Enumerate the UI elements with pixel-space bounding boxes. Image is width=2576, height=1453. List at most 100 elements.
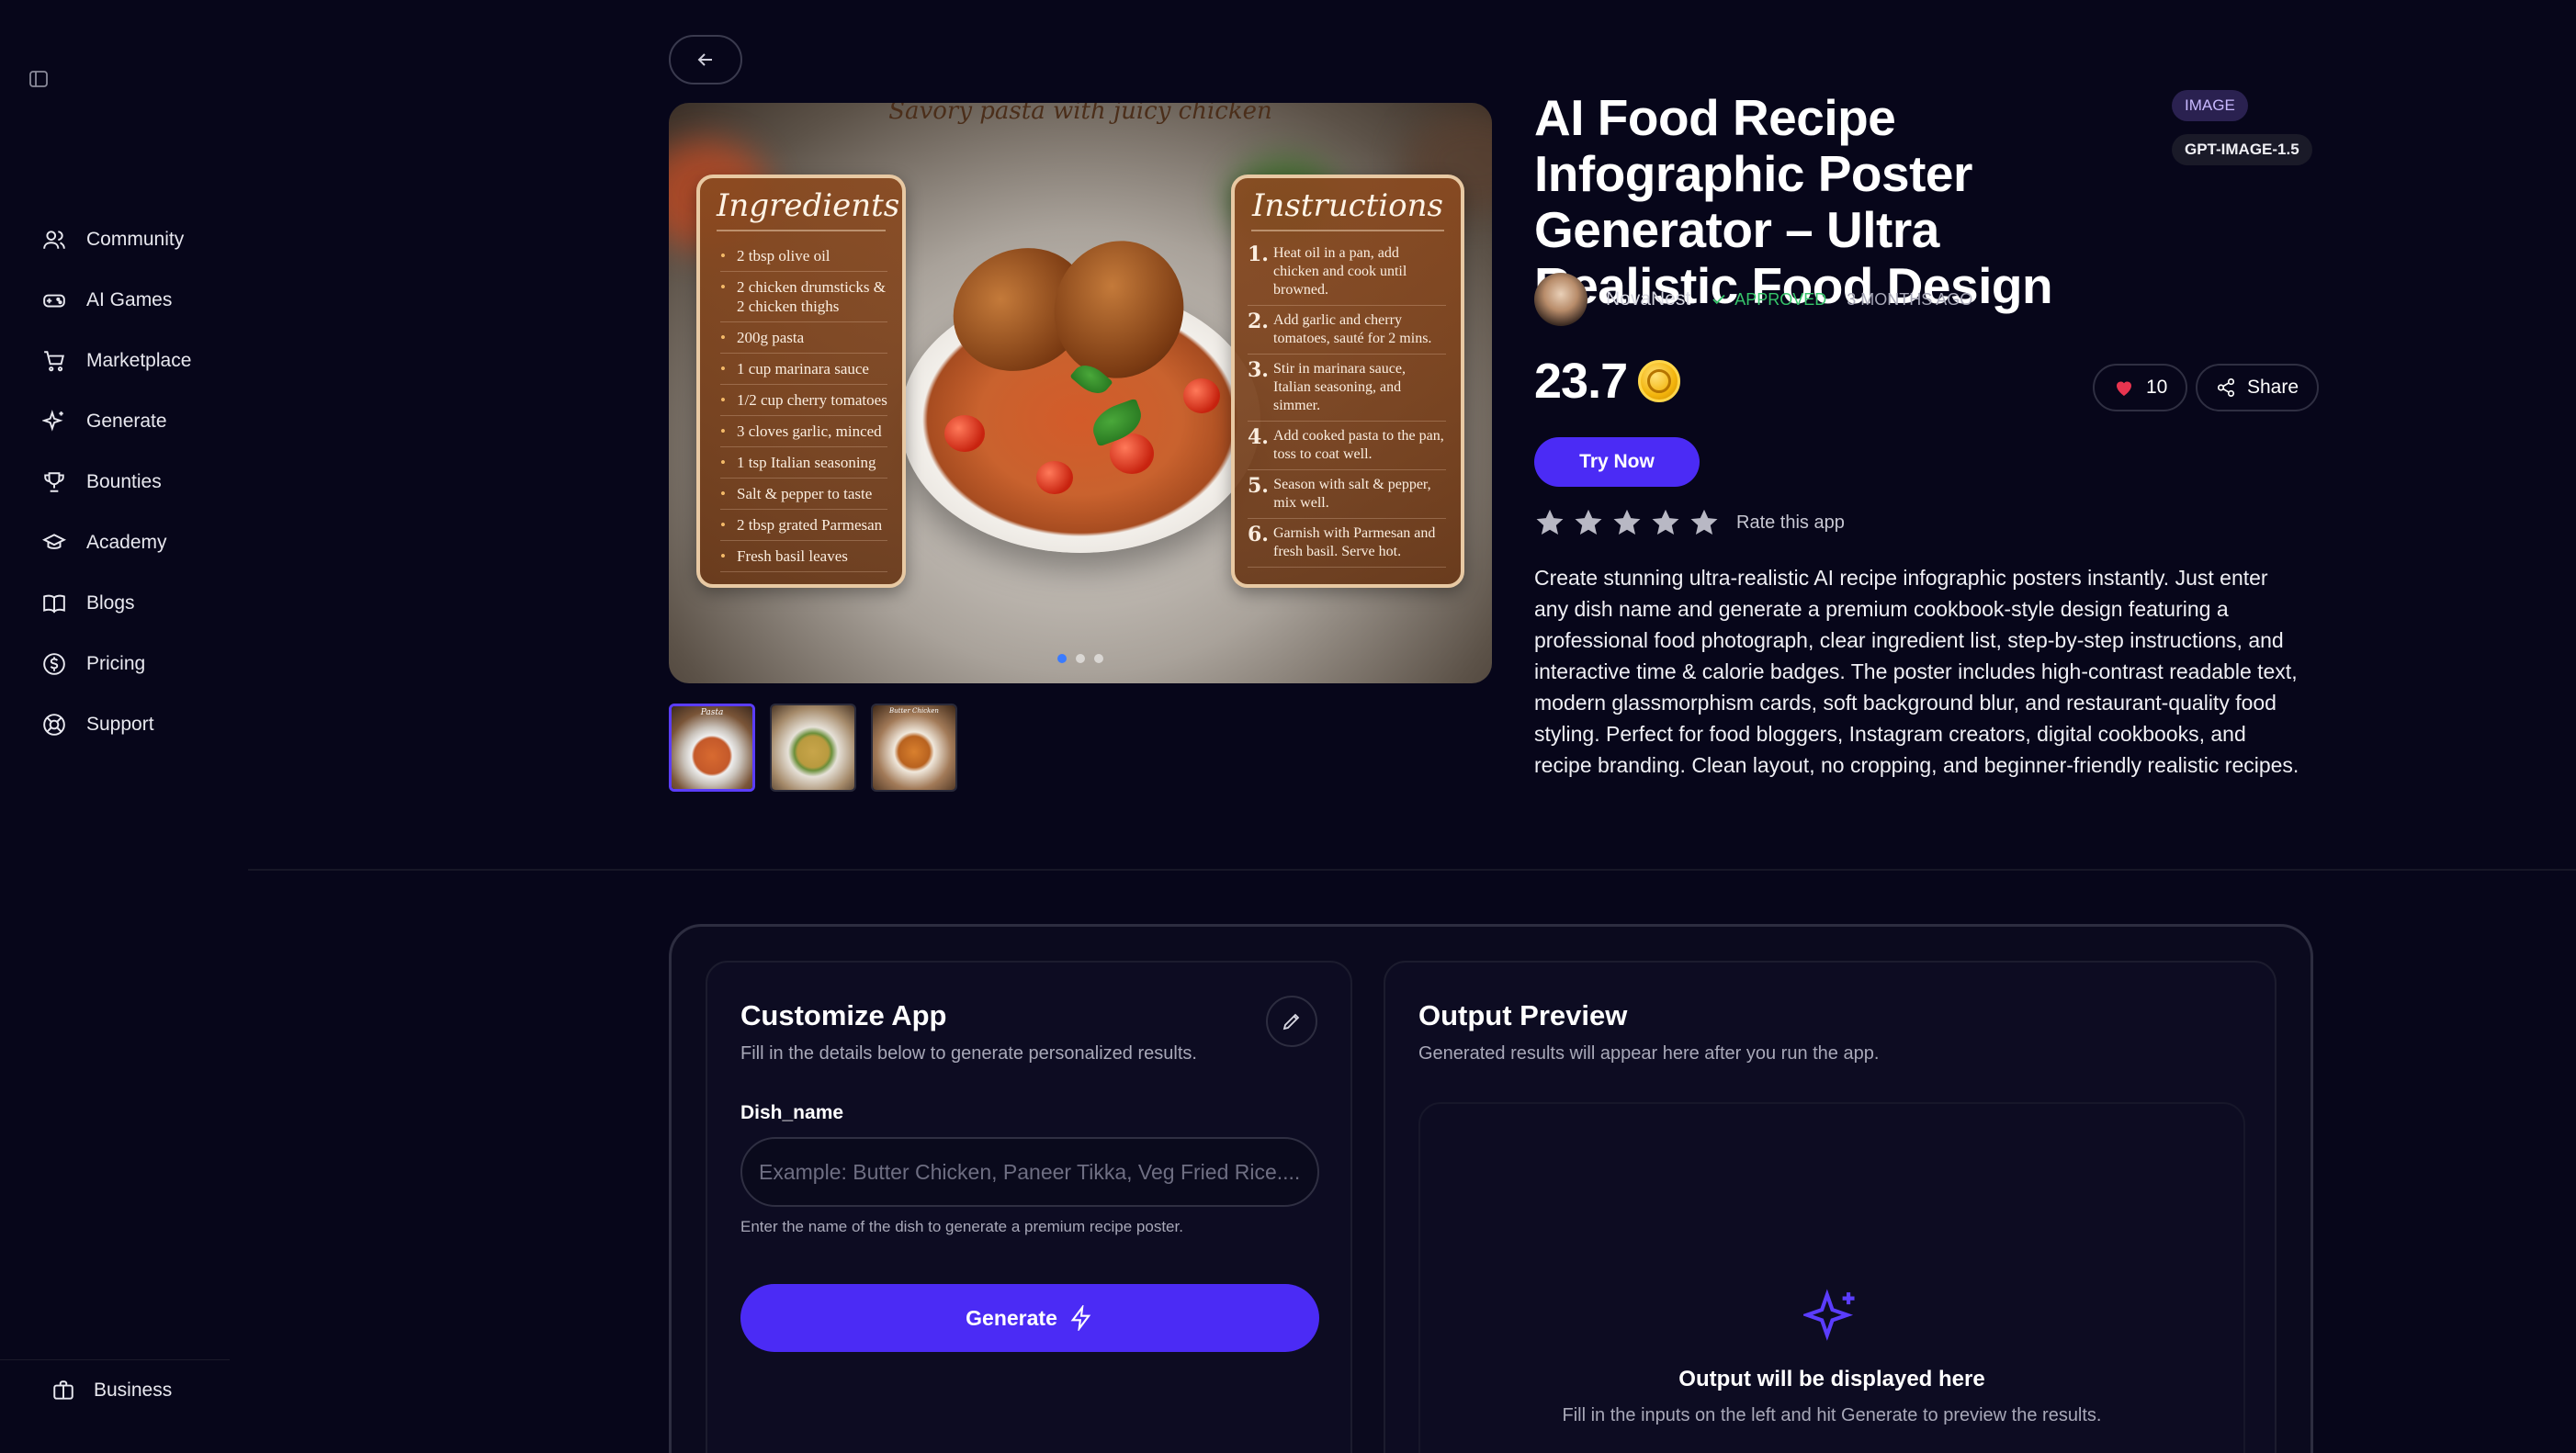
share-button[interactable]: Share: [2196, 364, 2320, 411]
step-text: Heat oil in a pan, add chicken and cook …: [1273, 245, 1407, 298]
generate-label: Generate: [966, 1305, 1057, 1330]
step-text: Add cooked pasta to the pan, toss to coa…: [1273, 428, 1444, 462]
list-item: 200g pasta: [720, 322, 887, 354]
price: 23.7: [1534, 353, 1681, 410]
lightning-icon: [1070, 1305, 1091, 1331]
customize-title: Customize App: [740, 999, 947, 1031]
generate-button[interactable]: Generate: [740, 1284, 1319, 1352]
output-preview-area: Output will be displayed here Fill in th…: [1418, 1102, 2245, 1453]
list-item: 1. Heat oil in a pan, add chicken and coo…: [1248, 239, 1446, 306]
sidebar-item-label: Blogs: [86, 592, 135, 614]
step-text: Add garlic and cherry tomatoes, sauté fo…: [1273, 312, 1432, 346]
cherry-tomato: [944, 415, 985, 452]
cherry-tomato: [1036, 461, 1073, 494]
type-badge: IMAGE: [2172, 90, 2248, 121]
list-item: 4. Add cooked pasta to the pan, toss to c…: [1248, 422, 1446, 470]
preview-carousel[interactable]: Savory pasta with juicy chicken Ingredie…: [669, 103, 1492, 683]
step-number: 4.: [1248, 425, 1269, 449]
sidebar-item-label: Generate: [86, 411, 167, 432]
instructions-panel: Instructions 1. Heat oil in a pan, add ch…: [1231, 175, 1464, 588]
star-icon[interactable]: [1689, 507, 1720, 538]
output-title: Output Preview: [1418, 999, 1628, 1031]
thumbnail-2[interactable]: [770, 704, 856, 792]
users-icon: [43, 231, 65, 249]
cart-icon: [44, 351, 64, 372]
poster-title: Savory pasta with juicy chicken: [888, 103, 1272, 125]
sidebar-item-marketplace[interactable]: Marketplace: [42, 331, 191, 391]
avatar[interactable]: [1534, 273, 1587, 326]
instructions-list: 1. Heat oil in a pan, add chicken and coo…: [1235, 237, 1461, 568]
back-button[interactable]: [669, 35, 742, 84]
sidebar-item-pricing[interactable]: Pricing: [42, 634, 191, 694]
ingredients-heading: Ingredients: [717, 178, 899, 231]
carousel-dot[interactable]: [1057, 654, 1067, 663]
author-name[interactable]: NovaNest: [1606, 288, 1690, 310]
sidebar-toggle-icon[interactable]: [28, 68, 50, 90]
gamepad-icon: [43, 294, 65, 308]
list-item: 2. Add garlic and cherry tomatoes, sauté …: [1248, 306, 1446, 355]
trophy-icon: [44, 472, 64, 492]
sidebar-item-academy[interactable]: Academy: [42, 512, 191, 573]
step-number: 3.: [1248, 358, 1269, 382]
briefcase-icon: [53, 1380, 73, 1400]
output-subtitle: Generated results will appear here after…: [1418, 1043, 1880, 1064]
list-item: 2 chicken drumsticks & 2 chicken thighs: [720, 272, 887, 322]
edit-button[interactable]: [1266, 996, 1317, 1047]
section-divider: [248, 869, 2576, 871]
coin-icon: [1638, 360, 1681, 402]
customize-subtitle: Fill in the details below to generate pe…: [740, 1043, 1197, 1064]
star-icon[interactable]: [1650, 507, 1681, 538]
like-button[interactable]: 10: [2093, 364, 2188, 411]
list-item: 1 tsp Italian seasoning: [720, 447, 887, 479]
dish-name-hint: Enter the name of the dish to generate a…: [740, 1218, 1183, 1235]
list-item: 1 cup marinara sauce: [720, 354, 887, 385]
ingredients-panel: Ingredients 2 tbsp olive oil 2 chicken d…: [696, 175, 906, 588]
empty-state-title: Output will be displayed here: [1678, 1367, 1985, 1391]
author-row: NovaNest APPROVED 3 MONTHS AGO: [1534, 272, 1972, 327]
step-text: Stir in marinara sauce, Italian seasonin…: [1273, 361, 1406, 413]
thumbnail-label: Butter Chicken: [889, 707, 939, 715]
sidebar-nav: Community AI Games Marketplace Generate …: [42, 209, 191, 755]
sidebar-item-label: Community: [86, 229, 185, 250]
book-icon: [43, 594, 65, 614]
lifebuoy-icon: [43, 714, 65, 736]
like-count: 10: [2146, 377, 2168, 398]
thumbnail-3[interactable]: Butter Chicken: [871, 704, 957, 792]
status-text: APPROVED: [1734, 289, 1827, 309]
business-link[interactable]: Business: [51, 1372, 172, 1409]
sidebar-item-label: AI Games: [86, 289, 173, 310]
arrow-left-icon: [697, 53, 712, 66]
sidebar-item-label: Marketplace: [86, 350, 192, 371]
sidebar-item-support[interactable]: Support: [42, 694, 191, 755]
rate-label: Rate this app: [1736, 512, 1845, 533]
star-icon[interactable]: [1611, 507, 1643, 538]
timestamp: 3 MONTHS AGO: [1847, 289, 1973, 309]
list-item: 2 tbsp grated Parmesan: [720, 510, 887, 541]
app-description: Create stunning ultra-realistic AI recip…: [1534, 566, 2299, 777]
sidebar-item-generate[interactable]: Generate: [42, 391, 191, 452]
sidebar-item-community[interactable]: Community: [42, 209, 191, 270]
star-icon[interactable]: [1534, 507, 1565, 538]
sidebar-item-label: Support: [86, 714, 154, 735]
sidebar-item-ai-games[interactable]: AI Games: [42, 270, 191, 331]
list-item: 2 tbsp olive oil: [720, 241, 887, 272]
carousel-dot[interactable]: [1076, 654, 1085, 663]
carousel-dot[interactable]: [1094, 654, 1103, 663]
share-icon: [2217, 378, 2235, 397]
model-badge: GPT-IMAGE-1.5: [2172, 134, 2312, 165]
dish-name-input[interactable]: [740, 1137, 1319, 1207]
list-item: 3 cloves garlic, minced: [720, 416, 887, 447]
sidebar-item-label: Academy: [86, 532, 167, 553]
thumbnail-1[interactable]: Pasta: [669, 704, 755, 792]
sidebar-item-bounties[interactable]: Bounties: [42, 452, 191, 512]
step-text: Season with salt & pepper, mix well.: [1273, 477, 1431, 511]
list-item: Fresh basil leaves: [720, 541, 887, 572]
share-label: Share: [2247, 377, 2299, 398]
sidebar-item-blogs[interactable]: Blogs: [42, 573, 191, 634]
output-card: Output Preview Generated results will ap…: [1384, 961, 2277, 1453]
list-item: 5. Season with salt & pepper, mix well.: [1248, 470, 1446, 519]
cherry-tomato: [1183, 378, 1220, 413]
price-value: 23.7: [1534, 354, 1628, 409]
try-now-button[interactable]: Try Now: [1534, 437, 1700, 487]
star-icon[interactable]: [1573, 507, 1604, 538]
